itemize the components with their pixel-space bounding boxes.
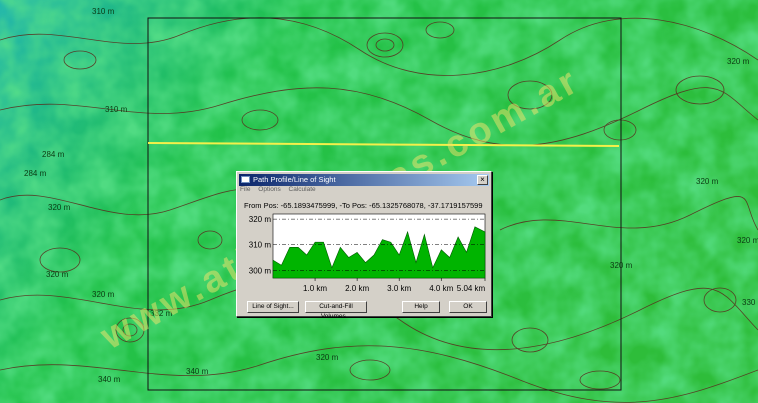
position-readout: From Pos: -65.1893475999, -To Pos: -65.1… [244, 201, 483, 210]
x-tick-label: 2.0 km [345, 284, 369, 293]
dialog-title: Path Profile/Line of Sight [253, 175, 336, 184]
path-profile-dialog: Path Profile/Line of Sight × File Option… [236, 171, 492, 320]
contour-label: 320 m [610, 261, 633, 270]
y-tick-label: 320 m [249, 215, 272, 224]
window-icon [241, 176, 250, 183]
cut-and-fill-button[interactable]: Cut-and-Fill Volumes... [305, 301, 367, 320]
contour-label: 284 m [24, 169, 47, 178]
menu-calculate[interactable]: Calculate [289, 186, 316, 193]
x-tick-label: 4.0 km [429, 284, 453, 293]
contour-label: 320 m [727, 57, 750, 66]
contour-label: 340 m [98, 375, 121, 384]
contour-label: 320 m [46, 270, 69, 279]
close-button[interactable]: × [477, 175, 488, 185]
help-button[interactable]: Help [402, 301, 440, 313]
y-tick-label: 300 m [249, 266, 272, 275]
line-of-sight-button[interactable]: Line of Sight... [247, 301, 299, 313]
contour-label: 310 m [92, 7, 115, 16]
x-tick-label: 5.04 km [457, 284, 486, 293]
contour-label: 330 m [742, 298, 758, 307]
contour-label: 320 m [316, 353, 339, 362]
contour-label: 320 m [92, 290, 115, 299]
elevation-profile-chart: 320 m 310 m 300 m 1.0 km 2.0 km 3.0 km 4.0 km 5… [249, 213, 486, 293]
x-tick-label: 3.0 km [387, 284, 411, 293]
menu-options[interactable]: Options [258, 186, 280, 193]
contour-label: 320 m [737, 236, 758, 245]
x-tick-label: 1.0 km [303, 284, 327, 293]
menubar: File Options Calculate [240, 186, 322, 196]
ok-button[interactable]: OK [449, 301, 487, 313]
dialog-titlebar[interactable]: Path Profile/Line of Sight × [239, 174, 489, 186]
menu-file[interactable]: File [240, 186, 250, 193]
y-tick-label: 310 m [249, 241, 272, 250]
contour-label: 340 m [186, 367, 209, 376]
contour-label: 320 m [48, 203, 71, 212]
contour-label: 320 m [696, 177, 719, 186]
contour-label: 310 m [105, 105, 128, 114]
contour-label: 284 m [42, 150, 65, 159]
